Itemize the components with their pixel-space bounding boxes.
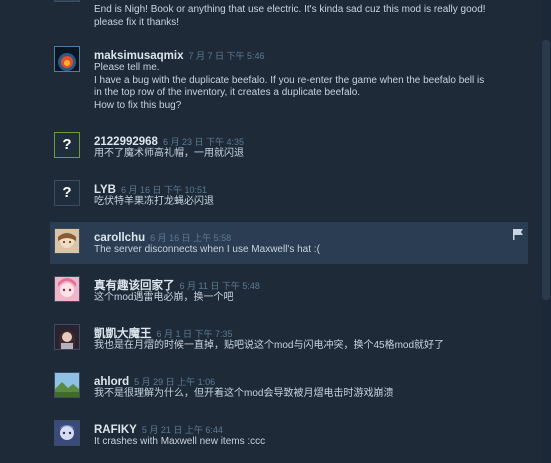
comment-line: The server disconnects when I use Maxwel… xyxy=(94,244,320,255)
timestamp: 7 月 7 日 下午 5:46 xyxy=(188,51,265,61)
timestamp: 6 月 1 日 下午 7:35 xyxy=(156,329,233,339)
avatar[interactable]: ? xyxy=(54,180,80,206)
comment-item: ahlord 5 月 29 日 上午 1:06 我不是很理解为什么，但开着这个mo… xyxy=(50,366,528,410)
comment-text: It crashes with Maxwell new items :ccc xyxy=(94,436,265,449)
avatar[interactable] xyxy=(54,228,80,254)
timestamp: 6 月 16 日 下午 10:51 xyxy=(120,185,207,195)
comment-text: 用不了魔术师高礼帽，一用就闪退 xyxy=(94,148,244,161)
comment-item: 真有趣该回家了 6 月 11 日 下午 5:48 这个mod遇雷电必崩，换一个吧 xyxy=(50,270,528,314)
author-name[interactable]: LYB xyxy=(94,184,116,196)
partial-avatar-icon xyxy=(55,0,79,1)
comment-text: 这个mod遇雷电必崩，换一个吧 xyxy=(94,292,233,305)
avatar[interactable] xyxy=(54,276,80,302)
comment-line: It crashes with Maxwell new items :ccc xyxy=(94,436,266,447)
sunset-planet-avatar-icon xyxy=(55,47,79,71)
comment-text: 我也是在月熠的时候一直掉，贴吧说这个mod与闪电冲突，换个45格mod就好了 xyxy=(94,340,444,353)
comment-line: End is Nigh! Book or anything that use e… xyxy=(94,4,486,15)
comment-line: I have a bug with the duplicate beefalo.… xyxy=(94,74,485,86)
comment-item: End is Nigh! Book or anything that use e… xyxy=(50,0,528,36)
author-name[interactable]: ahlord xyxy=(94,376,129,388)
comment-line: How to fix this bug? xyxy=(94,99,182,111)
anime-girl-avatar-icon xyxy=(55,229,79,253)
portrait-avatar-icon xyxy=(55,325,79,349)
author-name[interactable]: RAFIKY xyxy=(94,424,137,436)
comment-text: End is Nigh! Book or anything that use e… xyxy=(94,4,486,29)
comment-item: maksimusaqmix 7 月 7 日 下午 5:46 Please tell… xyxy=(50,40,528,122)
comment-line: 我也是在月熠的时候一直掉，贴吧说这个mod与闪电冲突，换个45格mod就好了 xyxy=(94,340,445,351)
comment-line: please fix it thanks! xyxy=(94,16,180,28)
author-name[interactable]: maksimusaqmix xyxy=(94,50,184,62)
timestamp: 5 月 21 日 上午 6:44 xyxy=(141,425,223,435)
landscape-avatar-icon xyxy=(55,373,79,397)
comment-item-highlighted: carollchu 6 月 16 日 上午 5:58 The server dis… xyxy=(50,222,528,264)
avatar[interactable] xyxy=(54,420,80,446)
comment-item: RAFIKY 5 月 21 日 上午 6:44 It crashes with M… xyxy=(50,414,528,458)
timestamp: 6 月 16 日 上午 5:58 xyxy=(150,233,232,243)
comment-line: 吃伏特羊果冻打龙蝇必闪退 xyxy=(94,196,214,207)
comment-line: 用不了魔术师高礼帽，一用就闪退 xyxy=(94,148,244,159)
scrollbar-thumb[interactable] xyxy=(542,40,550,300)
author-name[interactable]: 2122992968 xyxy=(94,136,158,148)
flag-icon[interactable] xyxy=(512,228,524,240)
question-mark-avatar-icon: ? xyxy=(55,133,79,157)
author-name[interactable]: 凱凱大魔王 xyxy=(94,328,152,340)
author-name[interactable]: carollchu xyxy=(94,232,145,244)
pink-hair-avatar-icon xyxy=(55,277,79,301)
comment-item: 凱凱大魔王 6 月 1 日 下午 7:35 我也是在月熠的时候一直掉，贴吧说这个m… xyxy=(50,318,528,362)
timestamp: 6 月 23 日 下午 4:35 xyxy=(162,137,245,147)
comment-item: ? LYB 6 月 16 日 下午 10:51 吃伏特羊果冻打龙蝇必闪退 xyxy=(50,174,528,218)
avatar[interactable]: ? xyxy=(54,132,80,158)
avatar[interactable] xyxy=(54,46,80,72)
comment-item: ? 2122992968 6 月 23 日 下午 4:35 用不了魔术师高礼帽，一… xyxy=(50,126,528,170)
comment-text: 吃伏特羊果冻打龙蝇必闪退 xyxy=(94,196,214,209)
avatar[interactable] xyxy=(54,324,80,350)
scrollbar[interactable] xyxy=(541,0,551,463)
avatar[interactable] xyxy=(54,372,80,398)
question-mark-avatar-icon: ? xyxy=(55,181,79,205)
comment-text: Please tell me. I have a bug with the du… xyxy=(94,62,484,112)
comment-line: in the top row of the inventory, it crea… xyxy=(94,87,361,99)
comment-text: The server disconnects when I use Maxwel… xyxy=(94,244,320,257)
character-avatar-icon xyxy=(55,421,79,445)
timestamp: 5 月 29 日 上午 1:06 xyxy=(134,377,216,387)
comment-line: 这个mod遇雷电必崩，换一个吧 xyxy=(94,292,234,303)
comment-line: 我不是很理解为什么，但开着这个mod会导致被月熠电击时游戏崩溃 xyxy=(94,388,394,399)
timestamp: 6 月 11 日 下午 5:48 xyxy=(179,281,260,291)
comment-thread: End is Nigh! Book or anything that use e… xyxy=(0,0,541,463)
author-name[interactable]: 真有趣该回家了 xyxy=(94,280,175,292)
comment-line: Please tell me. xyxy=(94,62,160,73)
comment-text: 我不是很理解为什么，但开着这个mod会导致被月熠电击时游戏崩溃 xyxy=(94,388,393,401)
avatar[interactable] xyxy=(54,0,80,2)
